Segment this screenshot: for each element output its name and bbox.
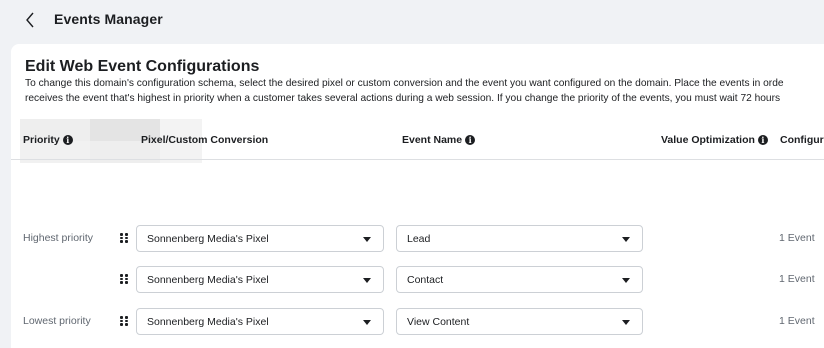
info-icon[interactable]: i bbox=[757, 135, 768, 145]
page-title: Events Manager bbox=[54, 11, 163, 27]
pixel-select[interactable]: Sonnenberg Media's Pixel bbox=[136, 266, 384, 293]
caret-down-icon bbox=[363, 320, 371, 325]
header-pixel: Pixel/Custom Conversion bbox=[141, 134, 268, 146]
event-select-value: Lead bbox=[407, 232, 431, 245]
header-pixel-label: Pixel/Custom Conversion bbox=[141, 134, 269, 146]
header-event-label: Event Name bbox=[402, 134, 463, 146]
caret-down-icon bbox=[622, 278, 630, 283]
caret-down-icon bbox=[363, 237, 371, 242]
caret-down-icon bbox=[622, 237, 630, 242]
event-select[interactable]: Lead bbox=[396, 225, 643, 252]
back-button[interactable] bbox=[22, 10, 38, 30]
row-priority-label: Lowest priority bbox=[23, 315, 91, 327]
event-select-value: View Content bbox=[407, 315, 470, 328]
drag-handle-icon[interactable] bbox=[120, 233, 128, 243]
header-event-name: Event Name i bbox=[402, 134, 476, 146]
drag-handle-icon[interactable] bbox=[120, 316, 128, 326]
pixel-select[interactable]: Sonnenberg Media's Pixel bbox=[136, 308, 384, 335]
event-config-card: Edit Web Event Configurations To change … bbox=[11, 44, 824, 348]
event-select[interactable]: View Content bbox=[396, 308, 643, 335]
pixel-select[interactable]: Sonnenberg Media's Pixel bbox=[136, 225, 384, 252]
caret-down-icon bbox=[363, 278, 371, 283]
card-description: To change this domain's configuration sc… bbox=[25, 76, 784, 106]
caret-down-icon bbox=[622, 320, 630, 325]
info-icon[interactable]: i bbox=[465, 135, 476, 145]
top-bar: Events Manager bbox=[0, 0, 824, 40]
drag-handle-icon[interactable] bbox=[120, 274, 128, 284]
row-priority-label: Highest priority bbox=[23, 232, 94, 244]
event-count: 1 Event bbox=[779, 232, 815, 244]
event-count: 1 Event bbox=[779, 273, 815, 285]
description-line-1: To change this domain's configuration sc… bbox=[25, 78, 784, 89]
header-value-optimization: Value Optimization i bbox=[661, 134, 768, 146]
header-priority-label: Priority bbox=[23, 134, 60, 146]
description-line-2: receives the event that's highest in pri… bbox=[25, 93, 781, 104]
header-configured: Configur bbox=[780, 134, 824, 146]
pixel-select-value: Sonnenberg Media's Pixel bbox=[147, 232, 269, 245]
event-select-value: Contact bbox=[407, 273, 444, 286]
event-select[interactable]: Contact bbox=[396, 266, 643, 293]
chevron-left-icon bbox=[26, 12, 34, 28]
header-configured-label: Configur bbox=[780, 134, 824, 146]
card-title: Edit Web Event Configurations bbox=[25, 58, 260, 75]
pixel-select-value: Sonnenberg Media's Pixel bbox=[147, 273, 269, 286]
header-value-opt-label: Value Optimization bbox=[661, 134, 755, 146]
pixel-select-value: Sonnenberg Media's Pixel bbox=[147, 315, 269, 328]
header-divider bbox=[11, 159, 824, 160]
event-count: 1 Event bbox=[779, 315, 815, 327]
info-icon[interactable]: i bbox=[62, 135, 73, 145]
header-priority: Priority i bbox=[23, 134, 73, 146]
